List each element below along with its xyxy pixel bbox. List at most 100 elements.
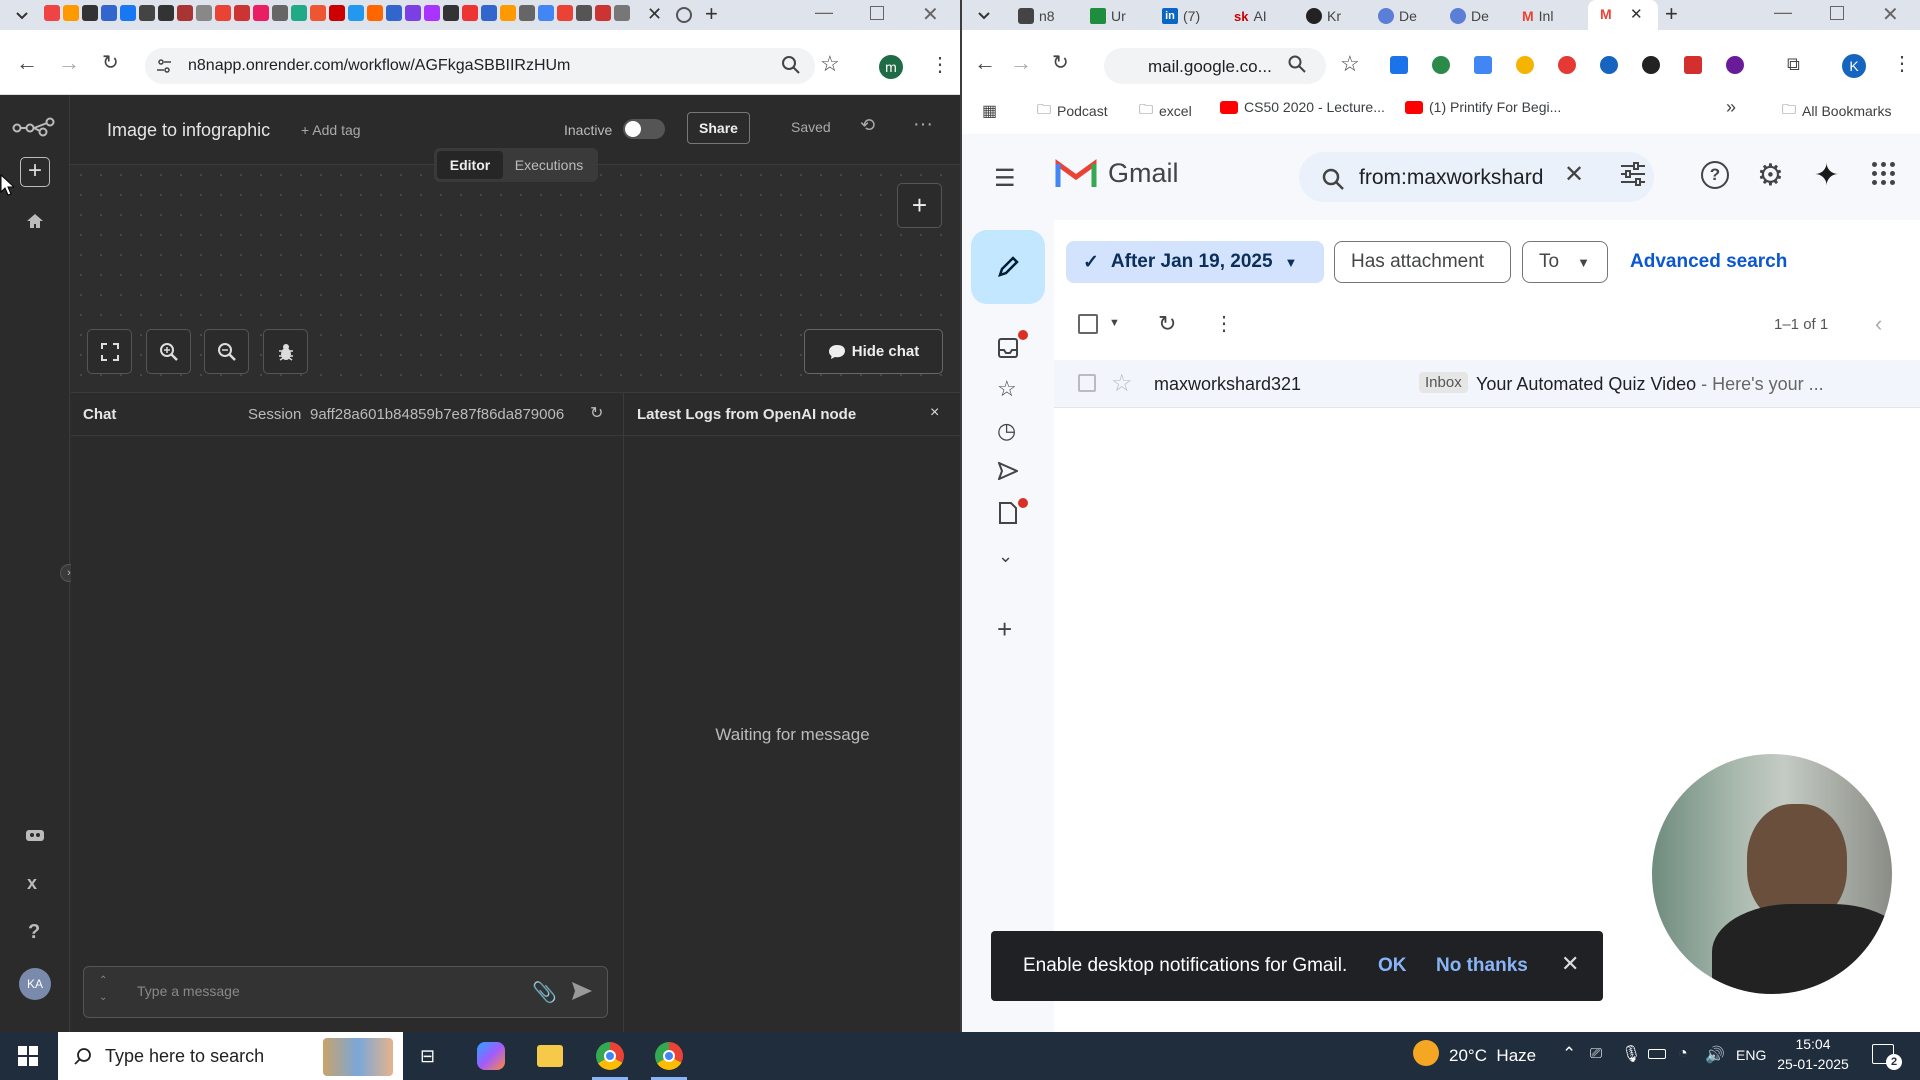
- reload-icon[interactable]: ↻: [1052, 50, 1069, 75]
- extension-icons[interactable]: [1390, 56, 1744, 74]
- google-apps-icon[interactable]: [1872, 162, 1895, 185]
- add-node-button[interactable]: +: [897, 183, 942, 228]
- battery-icon[interactable]: [1648, 1049, 1666, 1059]
- bookmark-star-icon[interactable]: ☆: [1340, 51, 1360, 77]
- camera-tray-icon[interactable]: ⎚: [1590, 1045, 1602, 1062]
- advanced-search-link[interactable]: Advanced search: [1630, 251, 1787, 273]
- select-dropdown-icon[interactable]: ▼: [1109, 317, 1120, 329]
- close-tab-icon[interactable]: ✕: [1630, 5, 1643, 23]
- back-icon[interactable]: ←: [974, 50, 996, 76]
- tab-d1[interactable]: De: [1378, 2, 1417, 30]
- history-icon[interactable]: ⟲: [860, 115, 875, 136]
- bookmark-cs50[interactable]: CS50 2020 - Lecture...: [1220, 99, 1385, 115]
- more-icon[interactable]: ···: [913, 113, 933, 136]
- active-toggle[interactable]: [623, 119, 665, 139]
- hide-chat-button[interactable]: Hide chat: [804, 329, 943, 374]
- message-input[interactable]: Type a message: [137, 983, 240, 999]
- email-checkbox[interactable]: [1078, 374, 1096, 392]
- profile-avatar[interactable]: K: [1842, 54, 1866, 78]
- maximize-icon[interactable]: [870, 6, 884, 20]
- filter-chip-to[interactable]: To ▼: [1522, 241, 1608, 283]
- language-indicator[interactable]: ENG: [1736, 1047, 1766, 1063]
- window-close-icon[interactable]: ✕: [1882, 2, 1899, 27]
- refresh-session-icon[interactable]: ↻: [590, 403, 603, 423]
- tab-search-icon[interactable]: [14, 7, 30, 23]
- minimize-icon[interactable]: —: [1774, 2, 1792, 23]
- inbox-label-badge[interactable]: Inbox: [1419, 372, 1468, 393]
- more-bookmarks-icon[interactable]: »: [1726, 97, 1736, 118]
- notification-ok-button[interactable]: OK: [1378, 955, 1407, 977]
- debug-bug-button[interactable]: [263, 329, 308, 374]
- add-tag-link[interactable]: + Add tag: [301, 122, 361, 138]
- weather-icon[interactable]: [1413, 1040, 1439, 1066]
- filter-chip-date[interactable]: ✓ After Jan 19, 2025 ▼: [1066, 241, 1324, 283]
- logo-icon[interactable]: [12, 117, 56, 137]
- sent-icon[interactable]: [998, 462, 1018, 480]
- filter-chip-attachment[interactable]: Has attachment: [1334, 241, 1511, 283]
- new-tab-icon[interactable]: +: [705, 1, 718, 27]
- copilot-icon[interactable]: [477, 1042, 505, 1070]
- search-input[interactable]: from:maxworkshard: [1359, 166, 1543, 190]
- pinned-tab-favicons[interactable]: [44, 5, 630, 21]
- volume-icon[interactable]: 🔊: [1705, 1045, 1725, 1065]
- maximize-icon[interactable]: [1830, 6, 1844, 20]
- taskbar-search-input[interactable]: Type here to search: [105, 1046, 264, 1067]
- left-url-text[interactable]: n8napp.onrender.com/workflow/AGFkgaSBBII…: [188, 57, 570, 75]
- close-tab-icon[interactable]: ✕: [647, 4, 662, 25]
- apps-grid-icon[interactable]: ▦: [982, 101, 997, 121]
- starred-icon[interactable]: ☆: [997, 376, 1017, 402]
- reload-icon[interactable]: ↻: [102, 50, 119, 75]
- tab-sk[interactable]: sk AI: [1234, 2, 1267, 30]
- notification-no-thanks-button[interactable]: No thanks: [1436, 955, 1528, 977]
- extensions-puzzle-icon[interactable]: ⧉: [1787, 54, 1800, 75]
- zoom-in-button[interactable]: [146, 329, 191, 374]
- message-input-box[interactable]: ⌃ ⌄ Type a message 📎: [83, 966, 608, 1018]
- taskbar-search-box[interactable]: Type here to search: [58, 1032, 403, 1080]
- support-icon[interactable]: ?: [1701, 161, 1729, 189]
- start-windows-icon[interactable]: [18, 1046, 38, 1066]
- home-icon[interactable]: [26, 213, 44, 229]
- search-icon[interactable]: [1322, 168, 1344, 190]
- zoom-to-fit-button[interactable]: [87, 329, 132, 374]
- search-bar[interactable]: from:maxworkshard: [1299, 152, 1654, 202]
- compose-button[interactable]: [971, 230, 1045, 304]
- help-icon[interactable]: ?: [28, 921, 40, 944]
- snoozed-icon[interactable]: ◷: [997, 418, 1016, 444]
- more-chevron-icon[interactable]: ⌄: [998, 546, 1013, 567]
- minimize-icon[interactable]: —: [815, 2, 833, 23]
- wifi-icon[interactable]: ◔: [1678, 1045, 1688, 1063]
- email-summary[interactable]: Your Automated Quiz Video - Here's your …: [1476, 374, 1824, 395]
- zoom-icon[interactable]: [781, 55, 801, 75]
- menu-dots-icon[interactable]: ⋮: [930, 52, 950, 77]
- bookmark-podcast[interactable]: 🗀 Podcast: [1037, 99, 1108, 123]
- search-options-icon[interactable]: [1620, 162, 1646, 186]
- workflow-title[interactable]: Image to infographic: [107, 120, 270, 141]
- more-actions-icon[interactable]: ⋮: [1214, 311, 1234, 336]
- zoom-out-button[interactable]: [204, 329, 249, 374]
- tab-n8n[interactable]: n8: [1018, 2, 1055, 30]
- tab-gmail-active[interactable]: M ✕: [1588, 0, 1658, 30]
- window-close-icon[interactable]: ✕: [922, 2, 939, 27]
- clock-time[interactable]: 15:04: [1778, 1036, 1848, 1052]
- new-tab-icon[interactable]: +: [1665, 1, 1678, 27]
- variables-icon[interactable]: x: [27, 873, 37, 894]
- back-icon[interactable]: ←: [16, 50, 38, 76]
- send-icon[interactable]: [571, 980, 593, 1002]
- tab-executions[interactable]: Executions: [503, 151, 595, 179]
- tab-search-icon[interactable]: [976, 7, 992, 23]
- zoom-icon[interactable]: [1288, 55, 1306, 73]
- active-tab-favicon[interactable]: [676, 7, 692, 23]
- weather-text[interactable]: 20°C Haze: [1449, 1046, 1536, 1066]
- all-bookmarks[interactable]: 🗀 All Bookmarks: [1782, 99, 1891, 123]
- share-button[interactable]: Share: [687, 112, 750, 144]
- input-history-stepper[interactable]: ⌃ ⌄: [99, 972, 107, 1006]
- right-url-text[interactable]: mail.google.co...: [1148, 57, 1272, 77]
- gmail-brand[interactable]: Gmail: [1108, 158, 1179, 189]
- star-icon[interactable]: ☆: [1111, 369, 1133, 398]
- prev-page-icon[interactable]: ‹: [1875, 311, 1882, 337]
- drafts-icon[interactable]: [999, 502, 1017, 524]
- site-info-icon[interactable]: [156, 58, 172, 74]
- task-view-icon[interactable]: ⊟: [420, 1046, 435, 1067]
- tray-chevron-icon[interactable]: ⌃: [1562, 1044, 1576, 1064]
- email-row[interactable]: ☆ maxworkshard321 Inbox Your Automated Q…: [1054, 360, 1920, 408]
